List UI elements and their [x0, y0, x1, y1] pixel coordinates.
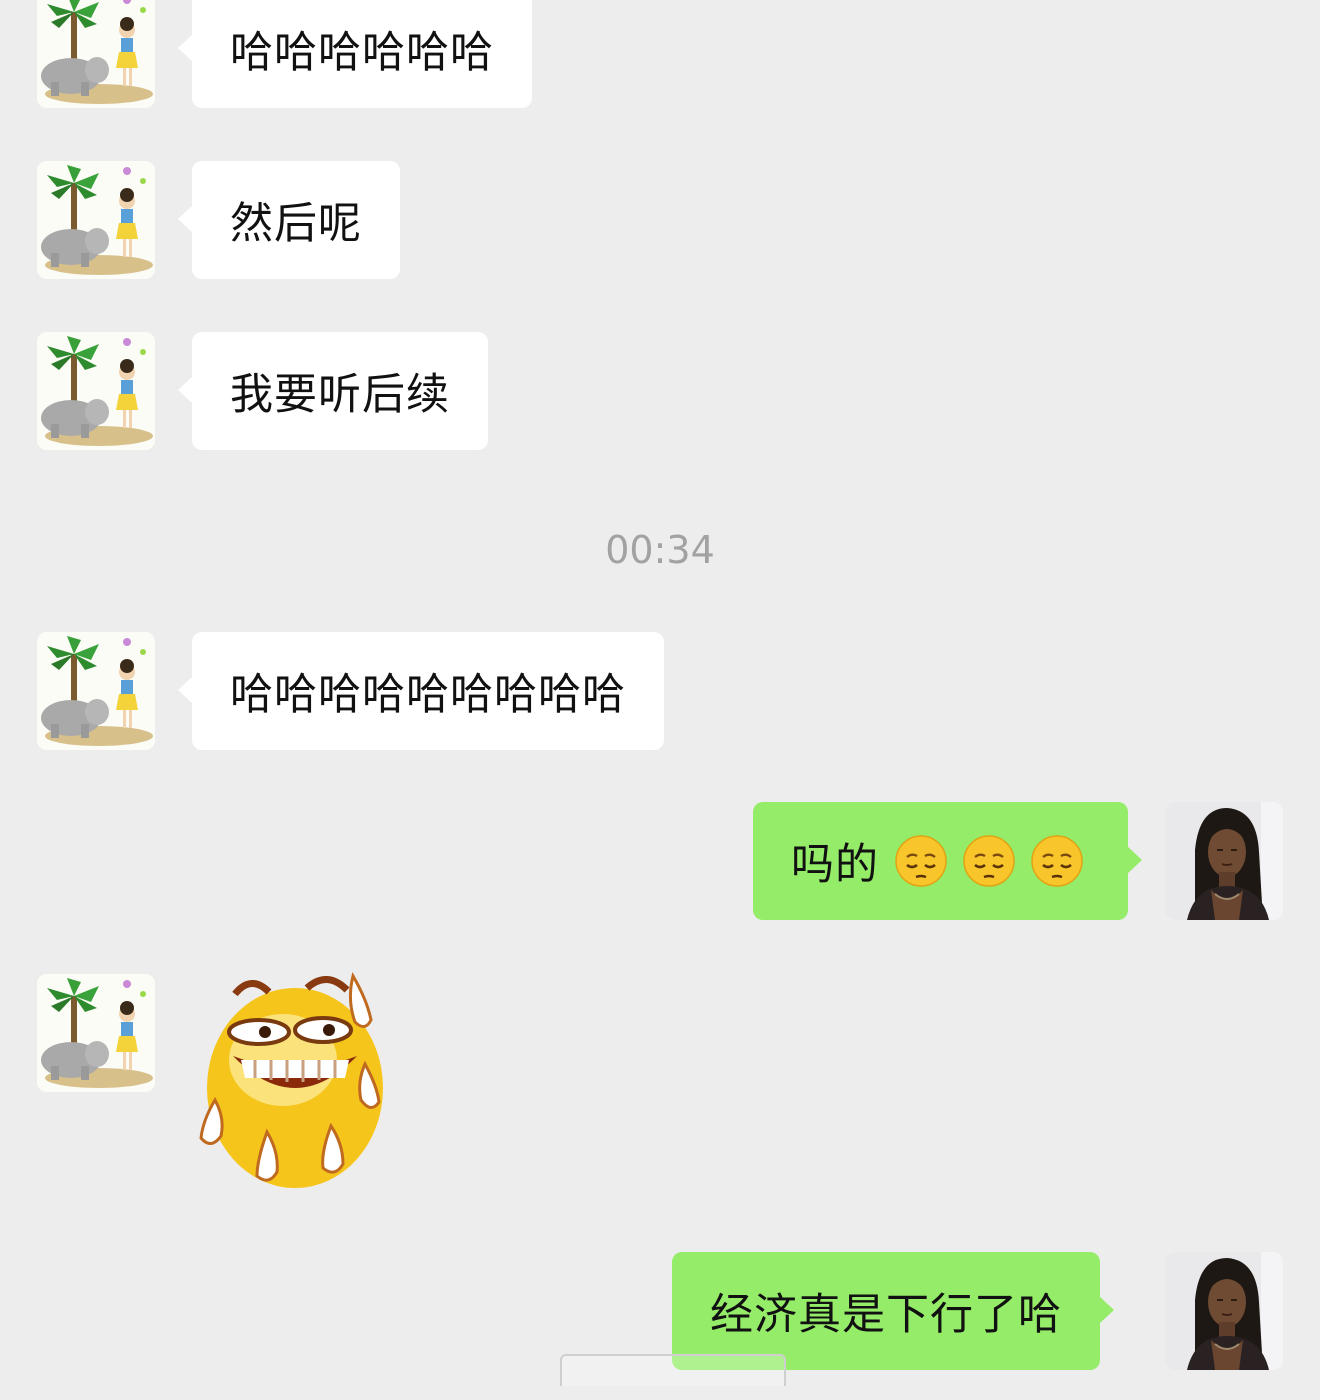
avatar[interactable]	[37, 0, 155, 108]
avatar-self[interactable]	[1165, 1252, 1283, 1370]
home-indicator	[560, 1354, 786, 1386]
message-text: 经济真是下行了哈	[710, 1290, 1062, 1340]
message-text: 然后呢	[230, 199, 362, 249]
message-bubble-outgoing[interactable]: 经济真是下行了哈	[672, 1252, 1114, 1370]
message-bubble-incoming[interactable]: 哈哈哈哈哈哈哈哈哈	[178, 632, 664, 750]
avatar[interactable]	[37, 974, 155, 1092]
message-bubble-outgoing[interactable]: 吗的	[753, 802, 1142, 920]
sweating-grin-sticker-icon[interactable]	[195, 970, 395, 1200]
pensive-face-icon	[963, 835, 1015, 887]
avatar-self[interactable]	[1165, 802, 1283, 920]
avatar[interactable]	[37, 632, 155, 750]
timestamp: 00:34	[605, 528, 715, 572]
message-text: 我要听后续	[230, 370, 450, 420]
message-text: 哈哈哈哈哈哈哈哈哈	[230, 670, 626, 720]
pensive-face-icon	[1031, 835, 1083, 887]
message-bubble-incoming[interactable]: 我要听后续	[178, 332, 488, 450]
message-bubble-incoming[interactable]: 然后呢	[178, 161, 400, 279]
message-text: 吗的	[791, 840, 879, 890]
pensive-face-icon	[895, 835, 947, 887]
message-bubble-incoming[interactable]: 哈哈哈哈哈哈	[178, 0, 532, 108]
avatar[interactable]	[37, 332, 155, 450]
avatar[interactable]	[37, 161, 155, 279]
message-text: 哈哈哈哈哈哈	[230, 28, 494, 78]
